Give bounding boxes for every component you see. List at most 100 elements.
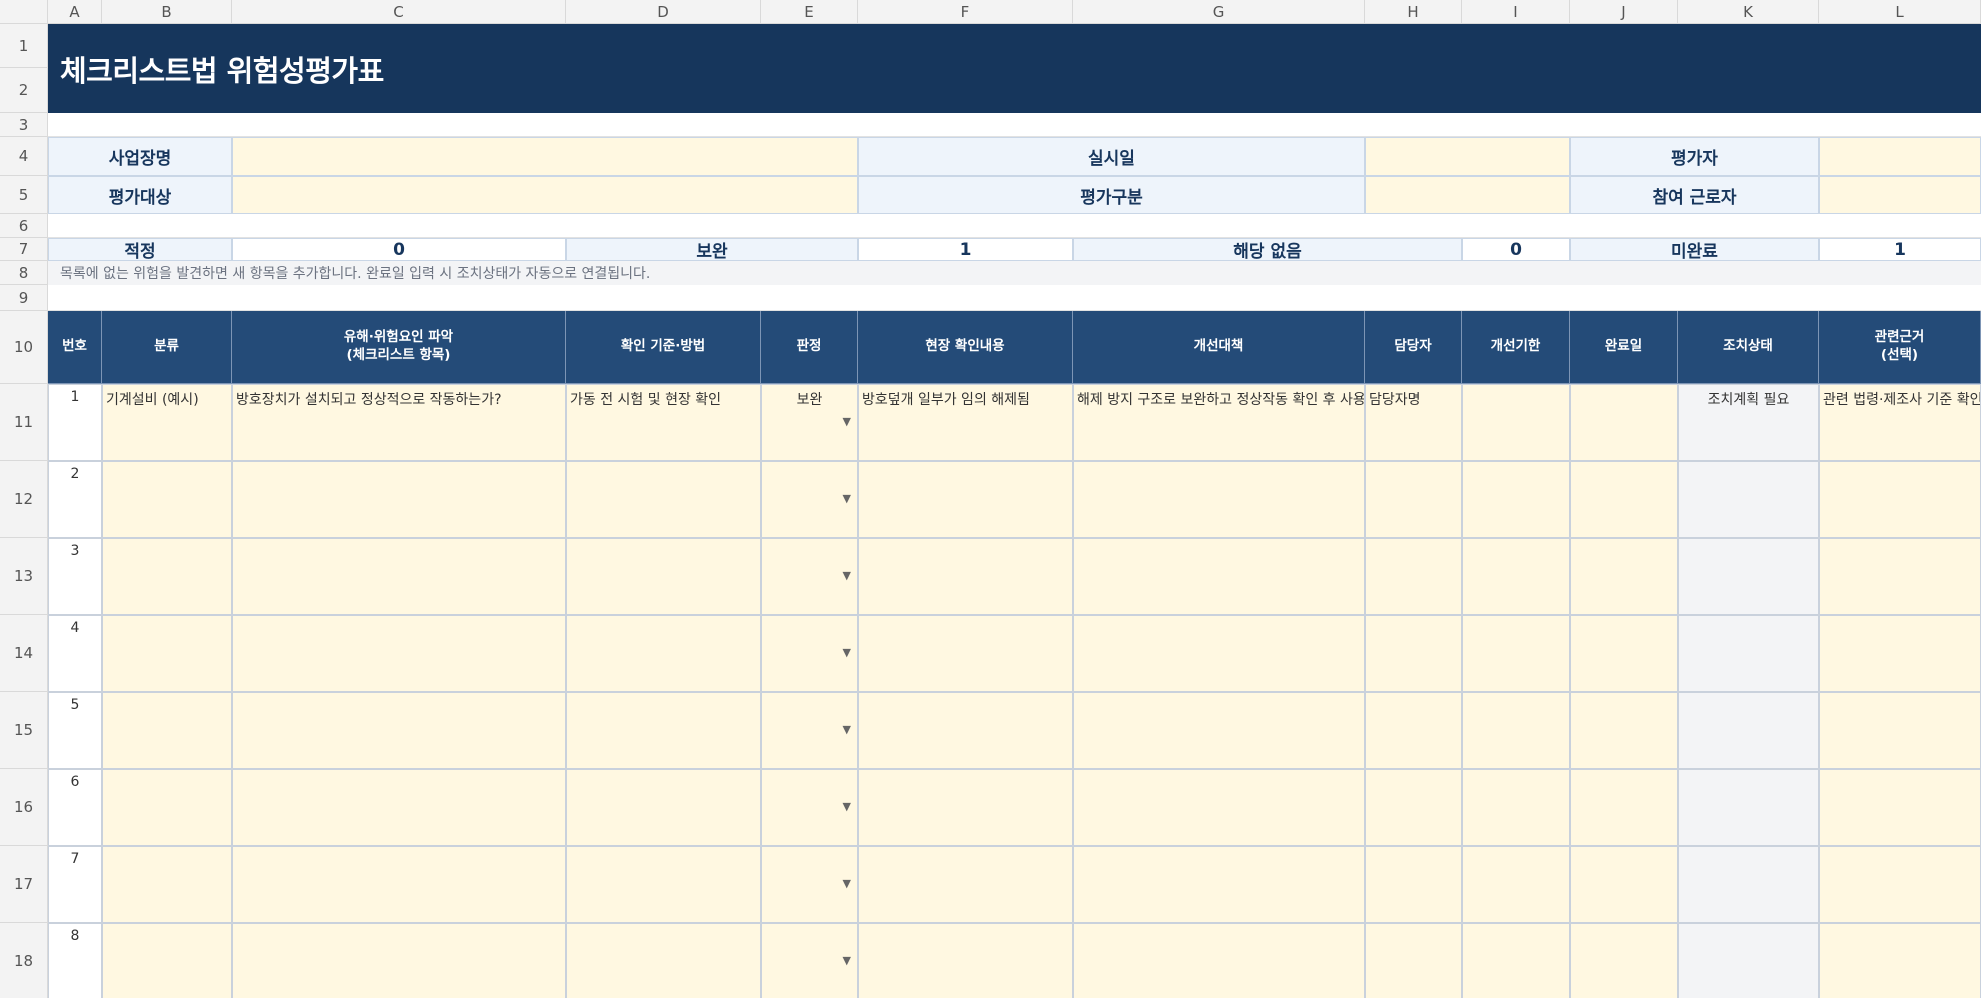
row-header-8[interactable]: 8 [0,261,48,285]
cell-judgement-select[interactable]: ▼ [761,923,858,998]
cell-owner[interactable] [1365,769,1462,846]
row-header-16[interactable]: 16 [0,769,48,846]
cell-owner[interactable] [1365,538,1462,615]
column-header-b[interactable]: B [102,0,232,24]
cell-category[interactable] [102,846,232,923]
column-header-f[interactable]: F [858,0,1073,24]
cell-method[interactable] [566,538,761,615]
workplace-input[interactable] [232,137,858,176]
cell-owner[interactable] [1365,615,1462,692]
cell-category[interactable] [102,615,232,692]
cell-completed[interactable] [1570,846,1678,923]
cell-basis[interactable] [1819,769,1981,846]
cell-measure[interactable] [1073,769,1365,846]
cell-measure[interactable]: 해제 방지 구조로 보완하고 정상작동 확인 후 사용 [1073,384,1365,461]
cell-hazard[interactable] [232,615,566,692]
cell-status[interactable] [1678,538,1819,615]
dropdown-arrow-icon[interactable]: ▼ [843,800,851,813]
cell-method[interactable]: 가동 전 시험 및 현장 확인 [566,384,761,461]
row-header-7[interactable]: 7 [0,238,48,261]
cell-owner[interactable] [1365,692,1462,769]
dropdown-arrow-icon[interactable]: ▼ [843,492,851,505]
cell-owner[interactable]: 담당자명 [1365,384,1462,461]
dropdown-arrow-icon[interactable]: ▼ [843,415,851,428]
cell-completed[interactable] [1570,384,1678,461]
row-header-6[interactable]: 6 [0,214,48,238]
cell-category[interactable] [102,769,232,846]
column-header-c[interactable]: C [232,0,566,24]
column-header-j[interactable]: J [1570,0,1678,24]
row-header-4[interactable]: 4 [0,137,48,176]
assessor-input[interactable] [1819,137,1981,176]
cell-measure[interactable] [1073,846,1365,923]
cell-status[interactable]: 조치계획 필요 [1678,384,1819,461]
cell-completed[interactable] [1570,538,1678,615]
cell-method[interactable] [566,615,761,692]
row-header-12[interactable]: 12 [0,461,48,538]
cell-method[interactable] [566,846,761,923]
row-header-9[interactable]: 9 [0,285,48,311]
cell-finding[interactable] [858,538,1073,615]
cell-judgement-select[interactable]: ▼ [761,538,858,615]
cell-judgement-select[interactable]: 보완 ▼ [761,384,858,461]
target-input[interactable] [232,176,858,214]
column-header-e[interactable]: E [761,0,858,24]
cell-judgement-select[interactable]: ▼ [761,846,858,923]
cell-hazard[interactable] [232,538,566,615]
cell-deadline[interactable] [1462,461,1570,538]
row-header-2[interactable]: 2 [0,68,48,113]
cell-completed[interactable] [1570,692,1678,769]
cell-hazard[interactable] [232,923,566,998]
cell-basis[interactable]: 관련 법령·제조사 기준 확인 [1819,384,1981,461]
cell-deadline[interactable] [1462,615,1570,692]
cell-basis[interactable] [1819,538,1981,615]
row-header-13[interactable]: 13 [0,538,48,615]
row-header-14[interactable]: 14 [0,615,48,692]
cell-hazard[interactable] [232,846,566,923]
cell-finding[interactable] [858,461,1073,538]
cell-finding[interactable] [858,923,1073,998]
cell-completed[interactable] [1570,615,1678,692]
cell-category[interactable] [102,692,232,769]
row-header-15[interactable]: 15 [0,692,48,769]
cell-finding[interactable] [858,846,1073,923]
dropdown-arrow-icon[interactable]: ▼ [843,877,851,890]
cell-hazard[interactable] [232,769,566,846]
cell-completed[interactable] [1570,923,1678,998]
cell-measure[interactable] [1073,692,1365,769]
cell-judgement-select[interactable]: ▼ [761,615,858,692]
cell-measure[interactable] [1073,923,1365,998]
cell-status[interactable] [1678,615,1819,692]
select-all-corner[interactable] [0,0,48,24]
dropdown-arrow-icon[interactable]: ▼ [843,954,851,967]
column-header-h[interactable]: H [1365,0,1462,24]
cell-method[interactable] [566,923,761,998]
cell-deadline[interactable] [1462,538,1570,615]
cell-status[interactable] [1678,923,1819,998]
cell-judgement-select[interactable]: ▼ [761,769,858,846]
cell-hazard[interactable] [232,692,566,769]
cell-category[interactable]: 기계설비 (예시) [102,384,232,461]
cell-method[interactable] [566,769,761,846]
cell-judgement-select[interactable]: ▼ [761,461,858,538]
cell-finding[interactable] [858,692,1073,769]
cell-category[interactable] [102,538,232,615]
cell-judgement-select[interactable]: ▼ [761,692,858,769]
cell-finding[interactable]: 방호덮개 일부가 임의 해제됨 [858,384,1073,461]
cell-hazard[interactable]: 방호장치가 설치되고 정상적으로 작동하는가? [232,384,566,461]
dropdown-arrow-icon[interactable]: ▼ [843,569,851,582]
cell-status[interactable] [1678,846,1819,923]
cell-deadline[interactable] [1462,769,1570,846]
cell-owner[interactable] [1365,846,1462,923]
cell-owner[interactable] [1365,923,1462,998]
column-header-a[interactable]: A [48,0,102,24]
date-input[interactable] [1365,137,1570,176]
dropdown-arrow-icon[interactable]: ▼ [843,646,851,659]
cell-finding[interactable] [858,615,1073,692]
column-header-g[interactable]: G [1073,0,1365,24]
cell-measure[interactable] [1073,615,1365,692]
cell-owner[interactable] [1365,461,1462,538]
row-header-11[interactable]: 11 [0,384,48,461]
row-header-18[interactable]: 18 [0,923,48,998]
cell-status[interactable] [1678,692,1819,769]
